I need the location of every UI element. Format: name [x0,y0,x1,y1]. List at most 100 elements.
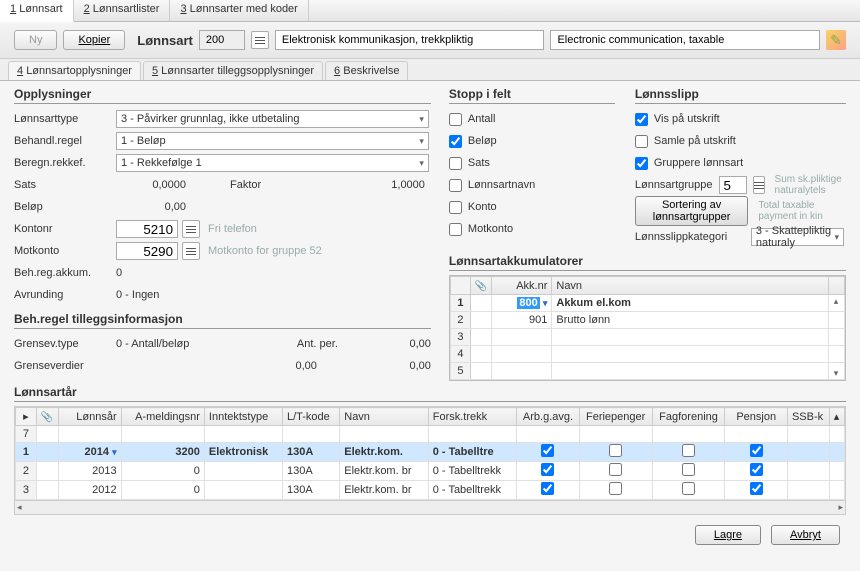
year-row[interactable]: 3 2012 0 130AElektr.kom. br0 - Tabelltre… [16,481,845,500]
lonnsart-code-input[interactable] [199,30,245,50]
lonnsart-name-nb-input[interactable] [275,30,545,50]
avbryt-button[interactable]: Avbryt [771,525,840,545]
stopp-sats-label: Sats [468,157,490,169]
year-col-lt[interactable]: L/T-kode [282,408,339,426]
lonnsartgruppe-hint: Sum sk.pliktige naturalytels [775,174,846,196]
edit-icon[interactable] [826,30,846,50]
behregakkum-label: Beh.reg.akkum. [14,267,112,279]
year-col-inntekt[interactable]: Inntektstype [204,408,282,426]
year-row[interactable]: 7 [16,426,845,443]
akkum-col-akknr[interactable]: Akk.nr [492,277,552,295]
slipp-samle-label: Samle på utskrift [654,135,736,147]
akkum-scroll-up[interactable]: ▴ [828,296,844,307]
top-tabs: 1 Lønnsart 2 Lønnsartlister 3 Lønnsarter… [0,0,860,22]
avrunding-value: 0 - Ingen [116,289,159,301]
grensevtype-value: 0 - Antall/beløp [116,338,293,350]
lonnsartgruppe-input[interactable] [719,176,747,194]
lookup-icon[interactable] [251,31,269,49]
slipp-gruppere-check[interactable] [635,157,648,170]
top-tab-lonnsartlister[interactable]: 2 Lønnsartlister [74,0,171,21]
antper-value: 0,00 [361,338,431,350]
stopp-sats-check[interactable] [449,157,462,170]
stopp-lonnsartnavn-check[interactable] [449,179,462,192]
akkum-row[interactable]: 1800 ▾Akkum el.kom [450,295,844,312]
sub-tab-tillegg[interactable]: 5 Lønnsarter tilleggsopplysninger [143,61,323,80]
slipp-vis-check[interactable] [635,113,648,126]
year-col-pensjon[interactable]: Pensjon [725,408,787,426]
stopp-antall-label: Antall [468,113,496,125]
lonnsart-name-en-input[interactable] [550,30,820,50]
year-row[interactable]: 1 2014 ▾ 3200 Elektronisk130AElektr.kom.… [16,443,845,462]
year-col-ameld[interactable]: A-meldingsnr [121,408,204,426]
motkonto-hint: Motkonto for gruppe 52 [208,245,322,257]
lonnsslippkategori-select[interactable]: 3 - Skattepliktig naturaly▾ [751,228,844,246]
year-col-ssb[interactable]: SSB-k [787,408,829,426]
stopp-belop-label: Beløp [468,135,497,147]
top-tab-lonnsart[interactable]: 1 Lønnsart [0,0,74,22]
grenseverdier-value1: 0,00 [116,360,357,372]
lonnsartar-table[interactable]: ▸ Lønnsår A-meldingsnr Inntektstype L/T-… [14,406,846,515]
akkum-col-rownum [450,277,470,295]
toolbar: Ny Kopier Lønnsart [0,22,860,59]
year-col-lonnsar[interactable]: Lønnsår [59,408,121,426]
motkonto-lookup-icon[interactable] [182,242,200,260]
beregnrekkef-select[interactable]: 1 - Rekkefølge 1▾ [116,154,429,172]
year-col-navn[interactable]: Navn [340,408,429,426]
kontonr-label: Kontonr [14,223,112,235]
stopp-konto-check[interactable] [449,201,462,214]
slipp-samle-check[interactable] [635,135,648,148]
motkonto-input[interactable] [116,242,178,260]
stopp-header: Stopp i felt [449,87,615,104]
sub-tab-beskrivelse[interactable]: 6 Beskrivelse [325,61,408,80]
year-hscroll[interactable]: ◂▸ [15,500,845,514]
year-col-ferie[interactable]: Feriepenger [579,408,652,426]
belop-value: 0,00 [116,201,186,213]
stopp-motkonto-label: Motkonto [468,223,513,235]
stopp-konto-label: Konto [468,201,497,213]
akkum-row[interactable]: 3 [450,329,844,346]
stopp-antall-check[interactable] [449,113,462,126]
kontonr-input[interactable] [116,220,178,238]
lonnsarttype-label: Lønnsarttype [14,113,112,125]
beregnrekkef-label: Beregn.rekkef. [14,157,112,169]
top-tab-lonnsarter-koder[interactable]: 3 Lønnsarter med koder [170,0,308,21]
stopp-motkonto-check[interactable] [449,223,462,236]
sortering-button[interactable]: Sortering av lønnsartgrupper [635,196,748,226]
behandlregel-label: Behandl.regel [14,135,112,147]
kopier-button[interactable]: Kopier [63,30,125,50]
grenseverdier-value2: 0,00 [361,360,431,372]
stopp-lonnsartnavn-label: Lønnsartnavn [468,179,535,191]
akkum-row[interactable]: 4 [450,346,844,363]
year-col-scroll[interactable]: ▴ [829,408,844,426]
year-col-arb[interactable]: Arb.g.avg. [517,408,579,426]
akkum-row[interactable]: 5 [450,363,844,380]
akkum-row[interactable]: 2901Brutto lønn [450,312,844,329]
akkum-col-clip [470,277,491,295]
sub-tab-opplysninger[interactable]: 4 Lønnsartopplysninger [8,61,141,80]
grenseverdier-label: Grenseverdier [14,360,112,372]
year-col-fag[interactable]: Fagforening [652,408,725,426]
kontonr-hint: Fri telefon [208,223,257,235]
clip-icon [41,411,53,423]
lonnsartgruppe-lookup-icon[interactable] [753,176,765,194]
akkum-table[interactable]: Akk.nr Navn 1800 ▾Akkum el.kom2901Brutto… [449,275,846,381]
lagre-button[interactable]: Lagre [695,525,761,545]
stopp-belop-check[interactable] [449,135,462,148]
tillegg-header: Beh.regel tilleggsinformasjon [14,312,431,329]
ny-button[interactable]: Ny [14,30,57,50]
lonnsartar-header: Lønnsartår [14,385,846,402]
year-col-forsk[interactable]: Forsk.trekk [428,408,517,426]
kontonr-lookup-icon[interactable] [182,220,200,238]
behandlregel-select[interactable]: 1 - Beløp▾ [116,132,429,150]
lonnsslippkategori-label: Lønnsslippkategori [635,231,745,243]
clip-icon [475,280,487,292]
avrunding-label: Avrunding [14,289,112,301]
belop-label: Beløp [14,201,112,213]
akkum-col-navn[interactable]: Navn [552,277,829,295]
antper-label: Ant. per. [297,338,357,350]
year-row[interactable]: 2 2013 0 130AElektr.kom. br0 - Tabelltre… [16,462,845,481]
lonnsarttype-select[interactable]: 3 - Påvirker grunnlag, ikke utbetaling▾ [116,110,429,128]
sortering-hint: Total taxable payment in kin [758,200,846,222]
slipp-vis-label: Vis på utskrift [654,113,720,125]
akkum-scroll-down[interactable]: ▾ [828,368,844,379]
